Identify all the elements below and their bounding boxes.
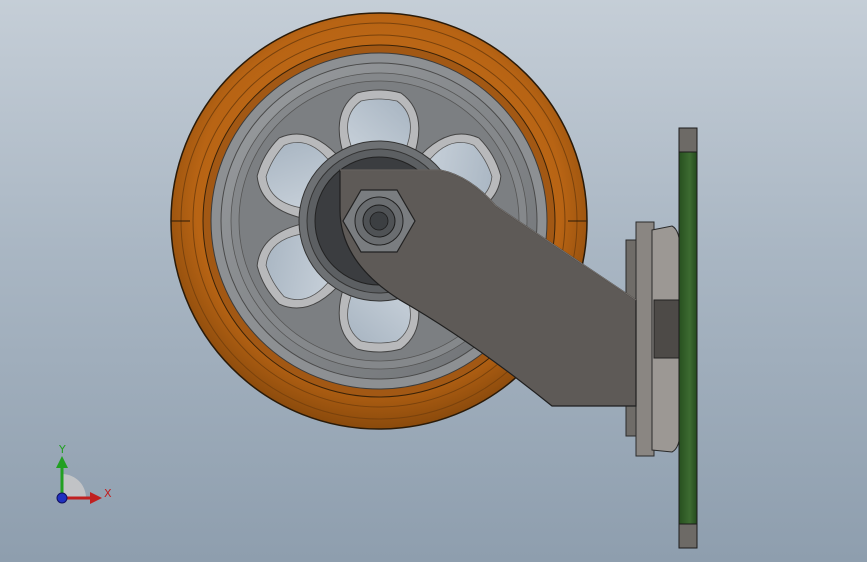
- caster-wheel-model[interactable]: [0, 0, 867, 562]
- x-axis-label: X: [104, 487, 112, 500]
- orientation-triad[interactable]: Y X: [48, 440, 118, 510]
- y-axis-label: Y: [59, 443, 66, 456]
- cad-graphics-viewport[interactable]: Y X: [0, 0, 867, 562]
- mounting-plate[interactable]: [678, 127, 698, 549]
- z-axis-origin-icon: [56, 492, 68, 504]
